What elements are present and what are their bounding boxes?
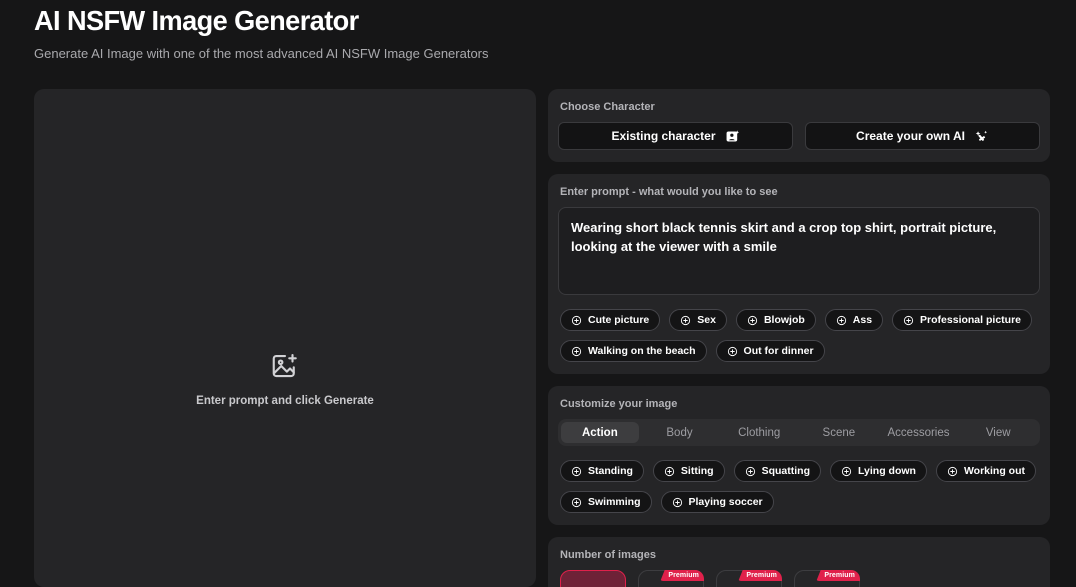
prompt-suggestions-row-2: Walking on the beach Out for dinner [558,340,1040,362]
character-button-row: Existing character Create your own AI [558,122,1040,150]
prompt-suggestion-chip[interactable]: Sex [669,309,727,331]
chip-label: Playing soccer [688,496,763,508]
premium-badge: Premium [816,570,860,581]
image-plus-icon [270,351,300,381]
plus-circle-icon [747,315,758,326]
chip-label: Lying down [858,465,916,477]
customize-option-chip[interactable]: Lying down [830,460,927,482]
create-your-own-ai-button[interactable]: Create your own AI [805,122,1040,150]
prompt-suggestion-chip[interactable]: Cute picture [560,309,661,331]
plus-circle-icon [947,466,958,477]
prompt-input[interactable]: Wearing short black tennis skirt and a c… [558,207,1040,295]
tab-body[interactable]: Body [641,422,719,443]
page-title: AI NSFW Image Generator [34,5,359,36]
tab-clothing[interactable]: Clothing [720,422,798,443]
number-of-images-label: Number of images [560,549,656,561]
customize-option-chip[interactable]: Sitting [652,460,725,482]
prompt-suggestion-chip[interactable]: Ass [824,309,884,331]
customize-label: Customize your image [560,398,678,410]
app-root: AI NSFW Image Generator Generate AI Imag… [0,0,1076,587]
plus-circle-icon [841,466,852,477]
tab-view[interactable]: View [959,422,1037,443]
chip-label: Standing [588,465,633,477]
image-count-option-9[interactable]: Premium 9 [716,570,782,587]
chip-label: Sex [697,314,716,326]
controls-column: Choose Character Existing character Crea… [548,89,1050,587]
magic-wand-icon [974,129,989,144]
customize-option-chip[interactable]: Working out [935,460,1036,482]
preview-empty-state: Enter prompt and click Generate [34,351,536,407]
premium-badge: Premium [660,570,704,581]
plus-circle-icon [672,497,683,508]
customize-option-chip[interactable]: Standing [560,460,644,482]
image-preview-panel[interactable]: Enter prompt and click Generate [34,89,536,587]
number-of-images-card: Number of images 1 Premium 4 Premium 9 P… [548,537,1050,587]
plus-circle-icon [571,466,582,477]
image-count-option-1[interactable]: 1 [560,570,626,587]
chip-label: Working out [963,465,1025,477]
plus-circle-icon [571,315,582,326]
customize-option-chip[interactable]: Swimming [560,491,652,513]
chip-label: Blowjob [763,314,805,326]
plus-circle-icon [836,315,847,326]
tab-action[interactable]: Action [561,422,639,443]
choose-character-card: Choose Character Existing character Crea… [548,89,1050,162]
chip-label: Walking on the beach [588,345,696,357]
plus-circle-icon [571,497,582,508]
number-of-images-options: 1 Premium 4 Premium 9 Premium 16 [558,570,1040,587]
existing-character-label: Existing character [611,129,716,143]
prompt-suggestion-chip[interactable]: Out for dinner [715,340,825,362]
chip-label: Squatting [761,465,811,477]
page-subtitle: Generate AI Image with one of the most a… [34,46,489,61]
chip-label: Cute picture [588,314,650,326]
prompt-suggestion-chip[interactable]: Professional picture [892,309,1032,331]
premium-badge: Premium [738,570,782,581]
prompt-label: Enter prompt - what would you like to se… [560,186,778,198]
chip-label: Ass [852,314,873,326]
image-count-option-16[interactable]: Premium 16 [794,570,860,587]
customize-options-row-1: Standing Sitting Squatting Lying down Wo… [558,460,1040,482]
prompt-suggestion-chip[interactable]: Blowjob [735,309,816,331]
plus-circle-icon [727,346,738,357]
header: AI NSFW Image Generator Generate AI Imag… [34,4,489,61]
character-card-sparkle-icon [725,129,740,144]
tab-accessories[interactable]: Accessories [880,422,958,443]
chip-label: Out for dinner [743,345,814,357]
customize-card: Customize your image Action Body Clothin… [548,386,1050,525]
customize-options-row-2: Swimming Playing soccer [558,491,1040,513]
tab-scene[interactable]: Scene [800,422,878,443]
choose-character-label: Choose Character [560,101,655,113]
plus-circle-icon [571,346,582,357]
plus-circle-icon [664,466,675,477]
chip-label: Professional picture [920,314,1021,326]
existing-character-button[interactable]: Existing character [558,122,793,150]
image-count-option-4[interactable]: Premium 4 [638,570,704,587]
plus-circle-icon [903,315,914,326]
customize-tabs: Action Body Clothing Scene Accessories V… [558,419,1040,446]
prompt-suggestions-row-1: Cute picture Sex Blowjob Ass Professiona… [558,309,1040,331]
chip-label: Swimming [588,496,641,508]
chip-label: Sitting [680,465,714,477]
plus-circle-icon [680,315,691,326]
plus-circle-icon [745,466,756,477]
customize-option-chip[interactable]: Playing soccer [660,491,774,513]
create-your-own-ai-label: Create your own AI [856,129,965,143]
prompt-card: Enter prompt - what would you like to se… [548,174,1050,374]
preview-empty-text: Enter prompt and click Generate [196,395,374,407]
customize-option-chip[interactable]: Squatting [733,460,822,482]
prompt-suggestion-chip[interactable]: Walking on the beach [560,340,707,362]
